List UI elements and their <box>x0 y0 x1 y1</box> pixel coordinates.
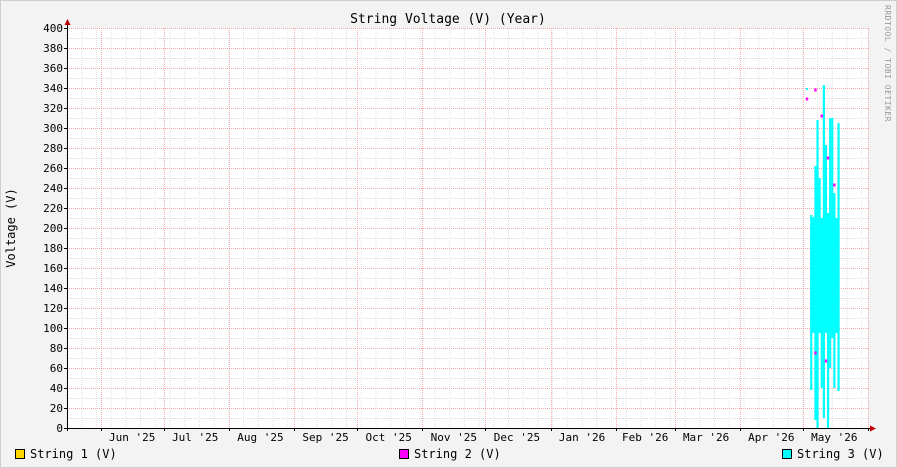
string2-point <box>820 114 823 118</box>
y-axis-arrow <box>64 19 71 25</box>
y-tick-label: 160 <box>43 262 63 275</box>
string2-point <box>814 88 817 92</box>
x-tick-label: Nov '25 <box>431 431 477 444</box>
y-tick-label: 140 <box>43 282 63 295</box>
x-tick-label: Oct '25 <box>365 431 411 444</box>
string2-point <box>824 359 828 363</box>
x-tick-label: Feb '26 <box>622 431 668 444</box>
chart-title: String Voltage (V) (Year) <box>350 12 546 27</box>
y-tick-label: 400 <box>43 22 63 35</box>
y-tick-label: 0 <box>56 422 63 435</box>
y-tick-label: 120 <box>43 302 63 315</box>
x-tick-label: Jul '25 <box>172 431 218 444</box>
x-axis-arrow <box>870 425 876 432</box>
voltage-chart: String Voltage (V) (Year) Voltage (V) RR… <box>4 5 892 461</box>
x-tick-label: Mar '26 <box>683 431 729 444</box>
legend-label: String 1 (V) <box>30 447 117 461</box>
string2-point <box>833 183 836 187</box>
y-axis-label: Voltage (V) <box>4 188 18 267</box>
legend-label: String 3 (V) <box>797 447 884 461</box>
string3-point <box>806 88 809 90</box>
x-tick-label: Dec '25 <box>494 431 540 444</box>
y-tick-label: 380 <box>43 42 63 55</box>
legend: String 1 (V) String 2 (V) String 3 (V) <box>15 447 884 461</box>
string2-point <box>805 97 809 101</box>
x-tick-label: Aug '25 <box>237 431 283 444</box>
string2-point <box>814 351 817 355</box>
rrdtool-watermark: RRDTOOL / TOBI OETIKER <box>883 5 892 122</box>
y-tick-label: 220 <box>43 202 63 215</box>
y-tick-label: 40 <box>50 382 63 395</box>
x-tick-label: May '26 <box>811 431 857 444</box>
x-tick-label: Jun '25 <box>109 431 155 444</box>
y-tick-label: 360 <box>43 62 63 75</box>
x-tick-label: Jan '26 <box>559 431 605 444</box>
y-tick-label: 180 <box>43 242 63 255</box>
y-tick-label: 80 <box>50 342 63 355</box>
x-tick-label: Apr '26 <box>748 431 794 444</box>
string2-point <box>826 156 830 160</box>
y-tick-label: 20 <box>50 402 63 415</box>
y-tick-label: 260 <box>43 162 63 175</box>
y-tick-label: 300 <box>43 122 63 135</box>
y-tick-label: 240 <box>43 182 63 195</box>
legend-label: String 2 (V) <box>414 447 501 461</box>
plot-area: 0 20 40 60 80 100 120 140 160 180 200 220 240 260 280 3… <box>43 19 876 444</box>
legend-swatch <box>782 449 792 459</box>
string3-band <box>811 218 839 333</box>
legend-swatch <box>15 449 25 459</box>
y-tick-label: 100 <box>43 322 63 335</box>
x-tick-label: Sep '25 <box>302 431 348 444</box>
y-tick-label: 280 <box>43 142 63 155</box>
y-tick-label: 340 <box>43 82 63 95</box>
y-tick-label: 320 <box>43 102 63 115</box>
y-tick-label: 200 <box>43 222 63 235</box>
y-tick-label: 60 <box>50 362 63 375</box>
legend-swatch <box>399 449 409 459</box>
